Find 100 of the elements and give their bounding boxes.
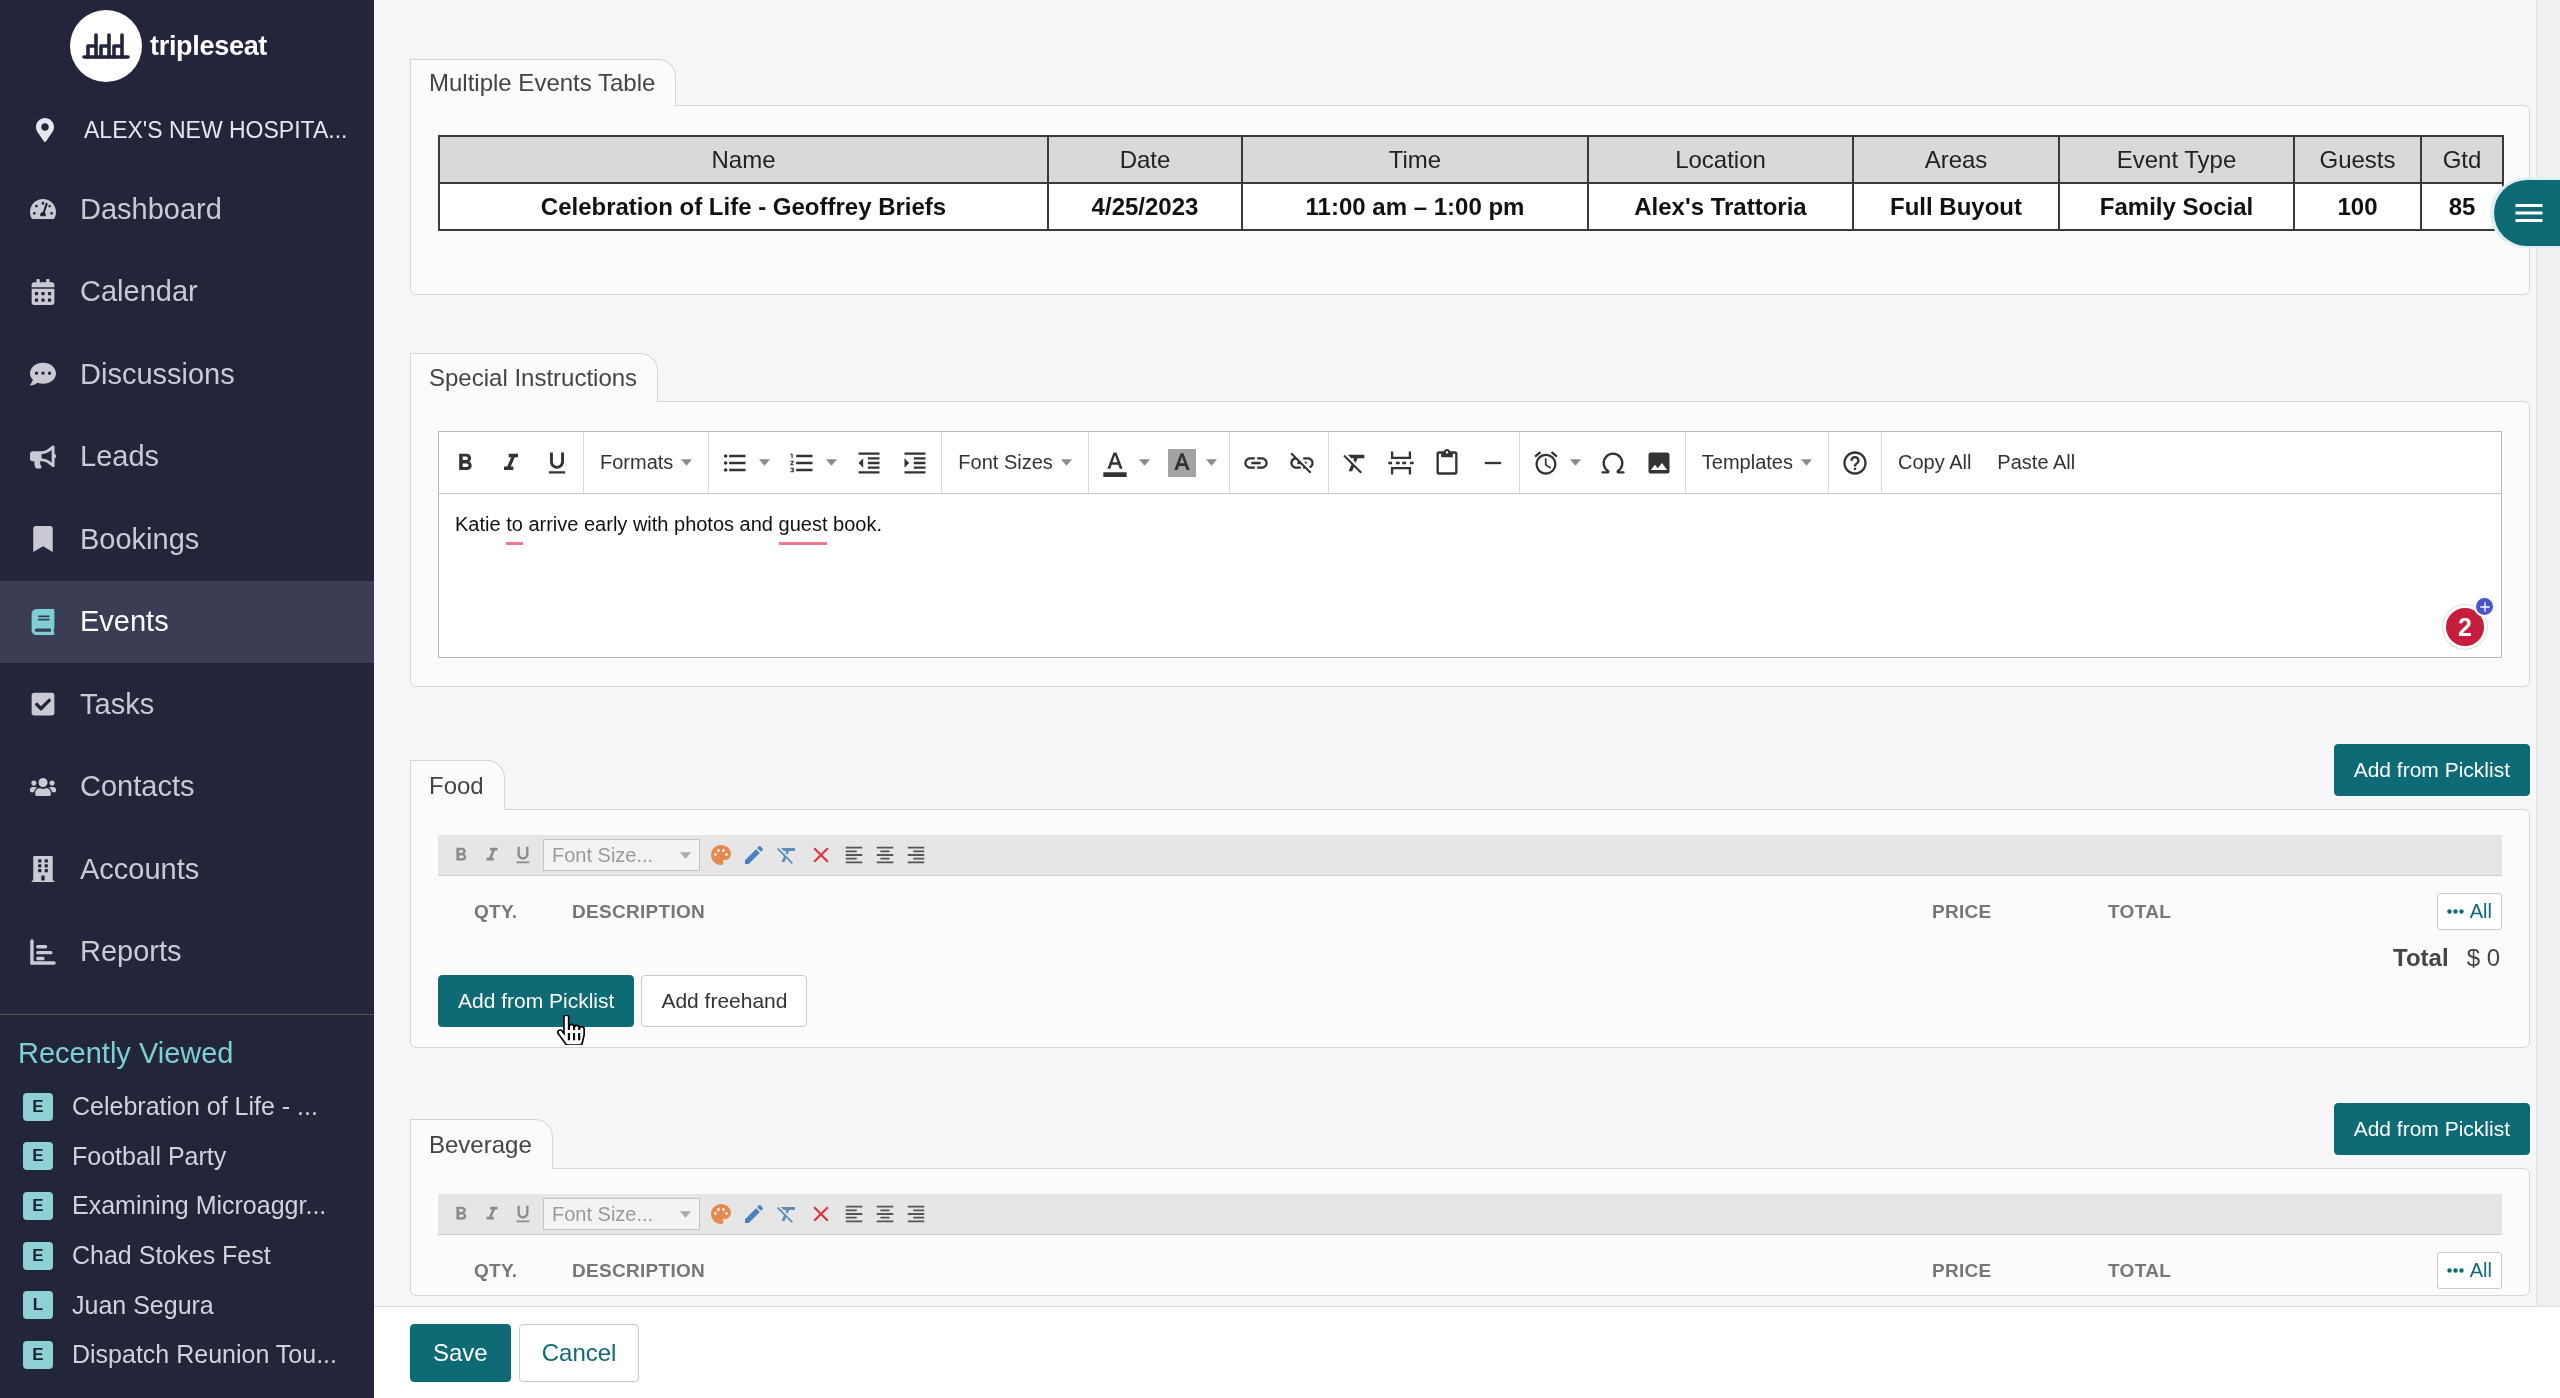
caret-icon	[680, 1210, 691, 1218]
caret-icon	[1060, 459, 1072, 466]
column-header: TOTAL	[2108, 900, 2172, 923]
caret-icon[interactable]	[1569, 459, 1581, 466]
total-value: $ 0	[2466, 943, 2500, 972]
calendar-icon	[29, 278, 56, 305]
nav-item[interactable]: Bookings	[0, 498, 374, 581]
caret-icon	[680, 851, 691, 859]
align-center-icon[interactable]	[874, 844, 896, 866]
caret-icon	[681, 459, 693, 466]
align-left-icon[interactable]	[843, 1203, 865, 1225]
table-cell: Full Buyout	[1853, 183, 2059, 230]
table-header-cell: Name	[439, 136, 1048, 183]
megaphone-icon	[29, 443, 56, 470]
section-title: Special Instructions	[410, 353, 659, 402]
toolbar-text-button[interactable]: Paste All	[1993, 442, 2080, 483]
edit-icon[interactable]	[742, 843, 766, 867]
column-header: TOTAL	[2108, 1259, 2172, 1282]
all-button[interactable]: All	[2436, 893, 2502, 930]
table-cell: Celebration of Life - Geoffrey Briefs	[439, 183, 1048, 230]
recently-viewed-item[interactable]: E Football Party	[0, 1131, 374, 1182]
recently-viewed-item[interactable]: E Celebration of Life - ...	[0, 1082, 374, 1132]
section-title: Multiple Events Table	[410, 59, 677, 106]
plus-icon[interactable]	[2474, 596, 2495, 617]
recently-viewed-item[interactable]: E Examining Microaggr...	[0, 1181, 374, 1231]
assistant-badge[interactable]: 2	[2443, 605, 2487, 649]
caret-icon[interactable]	[1205, 459, 1217, 466]
book-icon	[29, 608, 56, 635]
align-left-icon[interactable]	[843, 844, 865, 866]
add-from-picklist-button[interactable]: Add from Picklist	[2333, 1103, 2530, 1155]
table-cell: Family Social	[2059, 183, 2294, 230]
table-cell: Alex's Trattoria	[1588, 183, 1853, 230]
caret-icon[interactable]	[826, 459, 838, 466]
table-cell: 11:00 am – 1:00 pm	[1242, 183, 1588, 230]
type-badge: E	[23, 1142, 53, 1171]
save-button[interactable]: Save	[410, 1323, 511, 1382]
all-button[interactable]: All	[2436, 1252, 2502, 1289]
align-center-icon[interactable]	[874, 1203, 896, 1225]
type-badge: E	[23, 1192, 53, 1220]
type-badge: E	[23, 1092, 53, 1121]
ellipsis-icon	[2446, 909, 2464, 914]
table-header-cell: Gtd	[2421, 136, 2503, 183]
section-title: Beverage	[410, 1119, 553, 1169]
section-title: Food	[410, 760, 505, 810]
table-header-cell: Event Type	[2059, 136, 2294, 183]
recently-viewed-item[interactable]: E Dispatch Reunion Tou...	[0, 1329, 374, 1380]
add-freehand-button[interactable]: Add freehand	[641, 975, 808, 1027]
type-badge: E	[23, 1340, 53, 1369]
help-icon[interactable]	[1841, 448, 1869, 477]
column-header: QTY.	[474, 900, 518, 923]
scrollbar[interactable]	[2536, 0, 2560, 1306]
column-header: DESCRIPTION	[572, 1259, 706, 1282]
add-from-picklist-button[interactable]: Add from Picklist	[438, 975, 635, 1027]
map-pin-icon	[33, 118, 57, 142]
logo-icon	[70, 10, 142, 82]
add-from-picklist-button[interactable]: Add from Picklist	[2333, 744, 2530, 796]
type-badge: L	[23, 1291, 53, 1320]
table-header-cell: Date	[1048, 136, 1242, 183]
chat-bubble-icon	[29, 361, 56, 388]
column-header: PRICE	[1932, 1259, 1992, 1282]
table-header-cell: Location	[1588, 136, 1853, 183]
checked-box-icon	[29, 691, 56, 718]
nav-item[interactable]: Contacts	[0, 745, 374, 828]
type-badge: E	[23, 1241, 53, 1270]
column-header: PRICE	[1932, 900, 1992, 923]
nav-item[interactable]: Calendar	[0, 250, 374, 333]
nav-item[interactable]: Dashboard	[0, 168, 374, 251]
bar-chart-icon	[29, 938, 56, 965]
caret-icon[interactable]	[759, 459, 771, 466]
nav-item[interactable]: Reports	[0, 910, 374, 993]
align-right-icon[interactable]	[905, 844, 927, 866]
nav-item[interactable]: Leads	[0, 415, 374, 498]
nav-item[interactable]: Tasks	[0, 663, 374, 746]
toolbar-text-button[interactable]: Copy All	[1894, 442, 1976, 483]
caret-icon	[1801, 459, 1812, 466]
caret-icon[interactable]	[1138, 459, 1150, 466]
nav-item[interactable]: Events	[0, 580, 374, 663]
cancel-button[interactable]: Cancel	[518, 1323, 640, 1382]
table-cell: 100	[2294, 183, 2421, 230]
ellipsis-icon	[2446, 1268, 2464, 1273]
menu-button[interactable]	[2494, 180, 2560, 246]
toolbar-dropdown[interactable]: Templates	[1697, 442, 1816, 483]
table-header-cell: Guests	[2294, 136, 2421, 183]
toolbar-dropdown[interactable]: Formats	[596, 442, 697, 483]
edit-icon[interactable]	[742, 1202, 766, 1226]
column-header: QTY.	[474, 1259, 518, 1282]
recently-viewed-item[interactable]: E Chad Stokes Fest	[0, 1230, 374, 1281]
editor-text: Katie to arrive early with photos and guest book.	[455, 507, 882, 545]
highlight-color-icon[interactable]	[1167, 448, 1196, 477]
recently-viewed-item[interactable]: L Juan Segura	[0, 1280, 374, 1330]
toolbar-dropdown[interactable]: Font Sizes	[954, 442, 1076, 483]
location-selector[interactable]: ALEX'S NEW HOSPITA...	[0, 92, 374, 168]
table-header-cell: Time	[1242, 136, 1588, 183]
total-label: Total	[2393, 943, 2449, 972]
align-right-icon[interactable]	[905, 1203, 927, 1225]
nav-item[interactable]: Discussions	[0, 333, 374, 416]
recently-viewed-heading: Recently Viewed	[17, 1035, 235, 1071]
table-header-cell: Areas	[1853, 136, 2059, 183]
hand-cursor-icon	[556, 1015, 586, 1045]
nav-item[interactable]: Accounts	[0, 828, 374, 911]
